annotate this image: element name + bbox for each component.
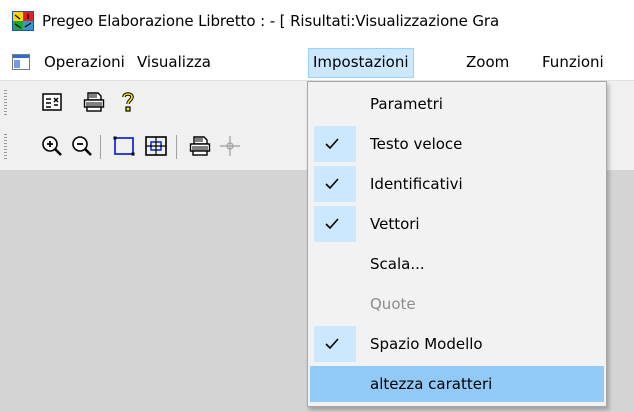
zoom-extents-icon[interactable] bbox=[144, 134, 168, 158]
checkmark-icon bbox=[325, 138, 339, 150]
title-bar: Pregeo Elaborazione Libretto : - [ Risul… bbox=[0, 0, 634, 44]
crosshair-icon[interactable] bbox=[218, 134, 242, 158]
menu-item-altezza-caratteri[interactable]: altezza caratteri bbox=[310, 366, 604, 402]
menu-funzioni[interactable]: Funzioni bbox=[538, 48, 608, 76]
toolbar-separator bbox=[176, 135, 177, 159]
impostazioni-dropdown: Parametri Testo veloce Identificativi Ve… bbox=[307, 81, 607, 407]
print-icon[interactable] bbox=[82, 90, 106, 114]
menu-item-testo-veloce[interactable]: Testo veloce bbox=[310, 126, 604, 162]
menu-bar: Operazioni Visualizza Impostazioni Zoom … bbox=[0, 44, 634, 80]
properties-icon[interactable] bbox=[40, 90, 64, 114]
toolbar-grip[interactable] bbox=[4, 134, 7, 160]
checkmark-icon bbox=[325, 178, 339, 190]
menu-zoom[interactable]: Zoom bbox=[462, 48, 513, 76]
checkmark-icon bbox=[325, 338, 339, 350]
menu-item-scala[interactable]: Scala... bbox=[310, 246, 604, 282]
menu-operazioni[interactable]: Operazioni bbox=[40, 48, 129, 76]
zoom-in-icon[interactable] bbox=[40, 134, 64, 158]
checkmark-icon bbox=[325, 218, 339, 230]
print-icon[interactable] bbox=[188, 134, 212, 158]
menu-item-label: Scala... bbox=[370, 255, 425, 273]
help-icon[interactable] bbox=[116, 90, 140, 114]
zoom-out-icon[interactable] bbox=[70, 134, 94, 158]
toolbar-grip[interactable] bbox=[4, 90, 7, 116]
menu-item-quote: Quote bbox=[310, 286, 604, 322]
menu-impostazioni[interactable]: Impostazioni bbox=[308, 48, 414, 78]
menu-item-label: Spazio Modello bbox=[370, 335, 483, 353]
toolbar-separator bbox=[100, 135, 101, 159]
menu-item-label: Parametri bbox=[370, 95, 443, 113]
menu-item-vettori[interactable]: Vettori bbox=[310, 206, 604, 242]
app-icon bbox=[12, 11, 34, 31]
menu-item-label: Testo veloce bbox=[370, 135, 463, 153]
zoom-window-icon[interactable] bbox=[112, 134, 136, 158]
menu-item-label: Identificativi bbox=[370, 175, 463, 193]
menu-visualizza[interactable]: Visualizza bbox=[133, 48, 215, 76]
menu-item-label: Quote bbox=[370, 295, 416, 313]
system-menu-icon[interactable] bbox=[12, 54, 30, 70]
menu-item-label: altezza caratteri bbox=[370, 375, 493, 393]
menu-item-spazio-modello[interactable]: Spazio Modello bbox=[310, 326, 604, 362]
window-title: Pregeo Elaborazione Libretto : - [ Risul… bbox=[42, 12, 500, 30]
menu-item-identificativi[interactable]: Identificativi bbox=[310, 166, 604, 202]
menu-item-label: Vettori bbox=[370, 215, 420, 233]
menu-item-parametri[interactable]: Parametri bbox=[310, 86, 604, 122]
